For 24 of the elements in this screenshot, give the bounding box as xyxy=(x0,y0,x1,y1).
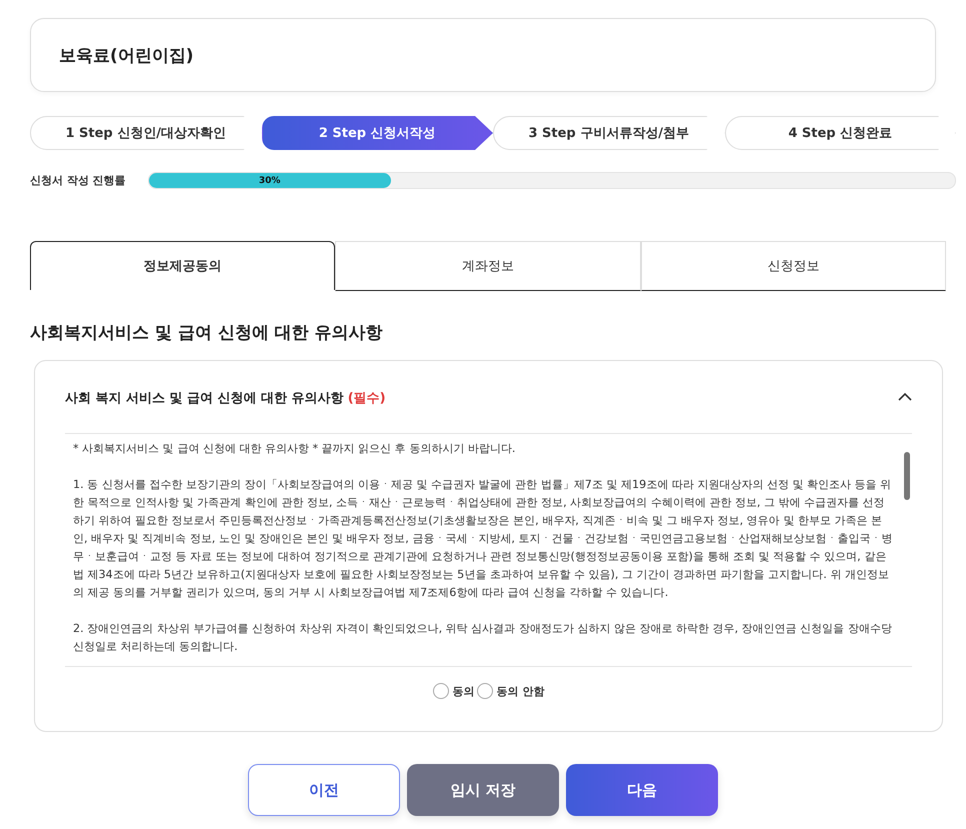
radio-icon[interactable] xyxy=(476,683,493,699)
radio-icon[interactable] xyxy=(432,683,449,699)
tab[interactable]: 계좌정보 xyxy=(335,241,641,291)
notice-paragraph: 1. 동 신청서를 접수한 보장기관의 장이「사회보장급여의 이용ㆍ제공 및 수급권자 발굴에 관한 법률」제7조 및 제19조에 따라 지원대상자의 선정 및 확인조사 등을 위한 목적으로 인적사항 및 가족관계 확인에 관한 정보, 소득ㆍ재산ㆍ근로능력ㆍ취업상태에 관한 정보, 사회보장급여의 수혜이력에 관한 정보, 그 밖에 수급권자를 선정하기 위하여 필요한 정보로서 주민등록전산정보ㆍ가족관계등록전산정보(기초생활보장은 본인, 배우자, 직계존ㆍ비속 및 그 배우자 정보, 영유아 및 한부모 가족은 본인, 배우자 및 직계비속 정보, 노인 및 장애인은 본인 및 배우자 정보, 금융ㆍ국세ㆍ지방세, 토지ㆍ건물ㆍ건강보험ㆍ국민연금고용보험ㆍ산업재해보상보험ㆍ출입국ㆍ병무ㆍ보훈급여ㆍ교정 등 자료 또는 정보에 대하여 정기적으로 관계기관에 요청하거나 관련 정보통신망(행정정보공동이용 포함)을 통해 조회 및 적용할 수 있으며, 같은 법 제34조에 따라 5년간 보유하고(지원대상자 보호에 필요한 사회보장정보는 5년을 초과하여 보유할 수 있음), 그 기간이 경과하면 파기함을 고지합니다. 위 개인정보의 제공 동의를 거부할 권리가 있으며, 동의 거부 시 사회보장급여법 제7조제6항에 따라 급여 신청을 각하할 수 있습니다. xyxy=(73,477,894,601)
step-tab[interactable]: 2 Step 신청서작성 xyxy=(262,116,493,150)
page-title: 보육료(어린이집) xyxy=(59,44,194,66)
progress-reading: 30% xyxy=(258,176,280,186)
save-button[interactable]: 임시 저장 xyxy=(407,764,559,816)
notice-title: 사회 복지 서비스 및 급여 신청에 대한 유의사항 xyxy=(65,391,344,406)
progress-label: 신청서 작성 진행률 xyxy=(30,173,126,188)
notice-paragraph: 2. 장애인연금의 차상위 부가급여를 신청하여 차상위 자격이 확인되었으나, 위탁 심사결과 장애정도가 심하지 않은 장애로 하락한 경우, 장애인연금 신청일을 장애수당 신청일로 처리하는데 동의합니다. xyxy=(73,621,893,655)
step-tab[interactable]: 4 Step 신청완료 xyxy=(724,116,956,150)
radio-option[interactable]: 동의 안함 xyxy=(476,683,544,699)
previous-button[interactable]: 이전 xyxy=(248,764,400,816)
tab[interactable]: 정보제공동의 xyxy=(30,241,336,290)
tab[interactable]: 신청정보 xyxy=(640,241,946,291)
required-mark: (필수) xyxy=(348,391,386,406)
chevron-icon[interactable] xyxy=(898,392,912,402)
step-tab[interactable]: 3 Step 구비서류작성/첨부 xyxy=(493,116,724,150)
step-tab[interactable]: 1 Step 신청인/대상자확인 xyxy=(30,116,262,150)
next-button[interactable]: 다음 xyxy=(566,764,718,816)
notice-paragraph: * 사회복지서비스 및 급여 신청에 대한 유의사항 * 끝까지 읽으신 후 동의하시기 바랍니다. xyxy=(73,441,516,457)
radio-option[interactable]: 동의 xyxy=(432,683,475,699)
section-title: 사회복지서비스 및 급여 신청에 대한 유의사항 xyxy=(30,322,384,344)
